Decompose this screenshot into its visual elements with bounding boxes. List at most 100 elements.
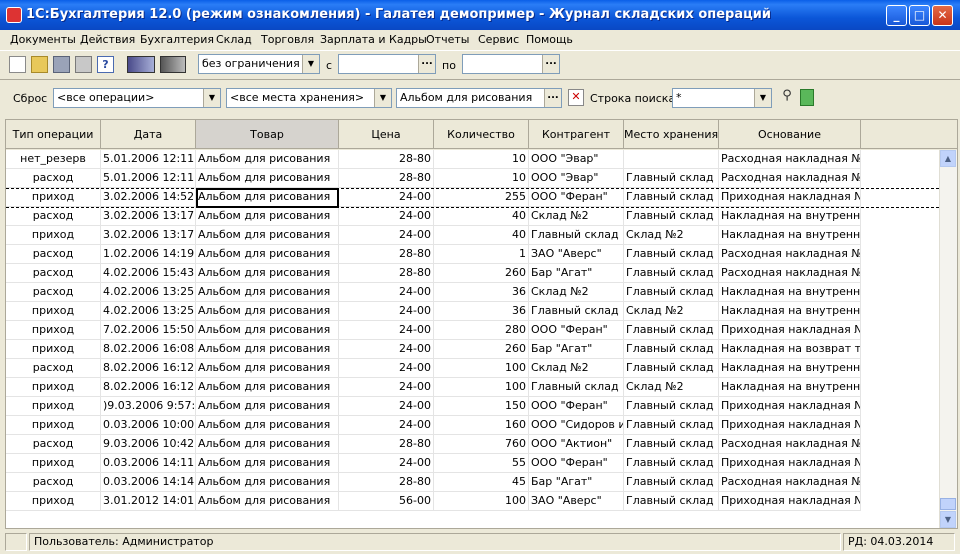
cell-item[interactable]: Альбом для рисования <box>196 416 339 435</box>
reset-button[interactable]: Сброс <box>13 92 47 105</box>
table-row[interactable]: нет_резерв 5.01.2006 12:11:3 Альбом для ри… <box>6 150 939 169</box>
cell-item[interactable]: Альбом для рисования <box>196 492 339 511</box>
cell-party[interactable]: Главный склад <box>529 302 624 321</box>
cell-party[interactable]: ООО "Феран" <box>529 321 624 340</box>
column-header-counterparty[interactable]: Контрагент <box>529 120 624 149</box>
scroll-up-icon[interactable]: ▲ <box>940 150 956 167</box>
cell-item[interactable]: Альбом для рисования <box>196 302 339 321</box>
cell-qty[interactable]: 1 <box>434 245 529 264</box>
cell-price[interactable]: 24-00 <box>339 207 434 226</box>
cell-item[interactable]: Альбом для рисования <box>196 188 339 207</box>
cell-basis[interactable]: Расходная накладная №00 <box>719 435 861 454</box>
cell-type[interactable]: расход <box>6 264 101 283</box>
cell-item[interactable]: Альбом для рисования <box>196 169 339 188</box>
save-icon[interactable] <box>53 56 70 73</box>
cell-item[interactable]: Альбом для рисования <box>196 397 339 416</box>
handshake-icon[interactable] <box>127 56 155 73</box>
cell-qty[interactable]: 100 <box>434 492 529 511</box>
column-header-storage[interactable]: Место хранения <box>624 120 719 149</box>
cell-party[interactable]: Склад №2 <box>529 283 624 302</box>
cell-date[interactable]: 0.03.2006 14:14:5 <box>101 473 196 492</box>
chevron-down-icon[interactable]: ▼ <box>203 89 220 107</box>
clear-filter-icon[interactable]: ✕ <box>568 89 584 106</box>
maximize-button[interactable]: □ <box>909 5 930 26</box>
chevron-down-icon[interactable]: ▼ <box>374 89 391 107</box>
cell-party[interactable]: ООО "Феран" <box>529 188 624 207</box>
cell-qty[interactable]: 260 <box>434 264 529 283</box>
cell-place[interactable]: Главный склад <box>624 188 719 207</box>
cell-price[interactable]: 28-80 <box>339 169 434 188</box>
table-row[interactable]: приход 3.01.2012 14:01:0 Альбом для рисова… <box>6 492 939 511</box>
cell-type[interactable]: расход <box>6 169 101 188</box>
cell-type[interactable]: приход <box>6 378 101 397</box>
cell-item[interactable]: Альбом для рисования <box>196 359 339 378</box>
period-select[interactable]: без ограничения ▼ <box>198 54 320 74</box>
cell-qty[interactable]: 760 <box>434 435 529 454</box>
cell-item[interactable]: Альбом для рисования <box>196 207 339 226</box>
menu-reports[interactable]: Отчеты <box>426 33 469 46</box>
cell-price[interactable]: 28-80 <box>339 473 434 492</box>
table-row[interactable]: расход 4.02.2006 13:25:5 Альбом для рисова… <box>6 283 939 302</box>
cell-basis[interactable]: Приходная накладная №9: <box>719 188 861 207</box>
cell-item[interactable]: Альбом для рисования <box>196 321 339 340</box>
table-row[interactable]: приход 8.02.2006 16:08:4 Альбом для рисова… <box>6 340 939 359</box>
cell-date[interactable]: 1.02.2006 14:19:2 <box>101 245 196 264</box>
cell-price[interactable]: 24-00 <box>339 378 434 397</box>
cell-basis[interactable]: Накладная на внутреннее п <box>719 226 861 245</box>
cell-party[interactable]: ООО "Сидоров и К <box>529 416 624 435</box>
cell-type[interactable]: расход <box>6 283 101 302</box>
cell-item[interactable]: Альбом для рисования <box>196 435 339 454</box>
column-header-basis[interactable]: Основание <box>719 120 861 149</box>
table-row[interactable]: расход 8.02.2006 16:12:2 Альбом для рисова… <box>6 359 939 378</box>
cell-place[interactable]: Склад №2 <box>624 378 719 397</box>
cell-type[interactable]: приход <box>6 188 101 207</box>
menu-accounting[interactable]: Бухгалтерия <box>140 33 214 46</box>
cell-place[interactable]: Главный склад <box>624 169 719 188</box>
cell-party[interactable]: Главный склад <box>529 378 624 397</box>
scroll-down-icon[interactable]: ▼ <box>940 511 956 528</box>
cell-type[interactable]: расход <box>6 435 101 454</box>
help-icon[interactable]: ? <box>97 56 114 73</box>
cell-basis[interactable]: Накладная на внутреннее п <box>719 207 861 226</box>
operation-filter[interactable]: <все операции> ▼ <box>53 88 221 108</box>
cell-place[interactable]: Главный склад <box>624 321 719 340</box>
vertical-scrollbar[interactable]: ▲ ▼ <box>939 150 957 528</box>
cell-type[interactable]: расход <box>6 359 101 378</box>
cell-qty[interactable]: 160 <box>434 416 529 435</box>
cell-type[interactable]: нет_резерв <box>6 150 101 169</box>
cell-item[interactable]: Альбом для рисования <box>196 264 339 283</box>
table-row[interactable]: расход 9.03.2006 10:42:3 Альбом для рисова… <box>6 435 939 454</box>
refresh-icon[interactable] <box>800 89 814 106</box>
cell-basis[interactable]: Приходная накладная №1( <box>719 397 861 416</box>
document-transfer-icon[interactable] <box>160 56 186 73</box>
cell-place[interactable]: Главный склад <box>624 245 719 264</box>
cell-basis[interactable]: Приходная накладная №1: <box>719 321 861 340</box>
menu-documents[interactable]: Документы <box>10 33 76 46</box>
new-document-icon[interactable] <box>9 56 26 73</box>
cell-price[interactable]: 28-80 <box>339 264 434 283</box>
cell-price[interactable]: 24-00 <box>339 454 434 473</box>
cell-type[interactable]: расход <box>6 473 101 492</box>
cell-type[interactable]: приход <box>6 340 101 359</box>
date-to-field[interactable]: ... <box>462 54 560 74</box>
cell-type[interactable]: приход <box>6 397 101 416</box>
cell-date[interactable]: 3.01.2012 14:01:0 <box>101 492 196 511</box>
search-input[interactable]: * ▼ <box>672 88 772 108</box>
cell-price[interactable]: 56-00 <box>339 492 434 511</box>
table-row[interactable]: приход 0.03.2006 14:11:5 Альбом для рисова… <box>6 454 939 473</box>
cell-type[interactable]: расход <box>6 207 101 226</box>
cell-date[interactable]: 5.01.2006 12:11:3 <box>101 150 196 169</box>
column-header-type[interactable]: Тип операции <box>6 120 101 149</box>
cell-place[interactable]: Главный склад <box>624 264 719 283</box>
cell-price[interactable]: 28-80 <box>339 245 434 264</box>
cell-date[interactable]: 4.02.2006 13:25:5 <box>101 283 196 302</box>
cell-date[interactable]: 3.02.2006 13:17:3 <box>101 207 196 226</box>
cell-price[interactable]: 24-00 <box>339 359 434 378</box>
table-row[interactable]: приход 3.02.2006 14:52:5 Альбом для рисова… <box>6 188 939 207</box>
cell-date[interactable]: 8.02.2006 16:12:2 <box>101 378 196 397</box>
table-row[interactable]: приход 3.02.2006 13:17:3 Альбом для рисова… <box>6 226 939 245</box>
cell-place[interactable]: Главный склад <box>624 283 719 302</box>
cell-party[interactable]: Бар "Агат" <box>529 264 624 283</box>
cell-price[interactable]: 24-00 <box>339 397 434 416</box>
ellipsis-icon[interactable]: ... <box>418 55 435 73</box>
